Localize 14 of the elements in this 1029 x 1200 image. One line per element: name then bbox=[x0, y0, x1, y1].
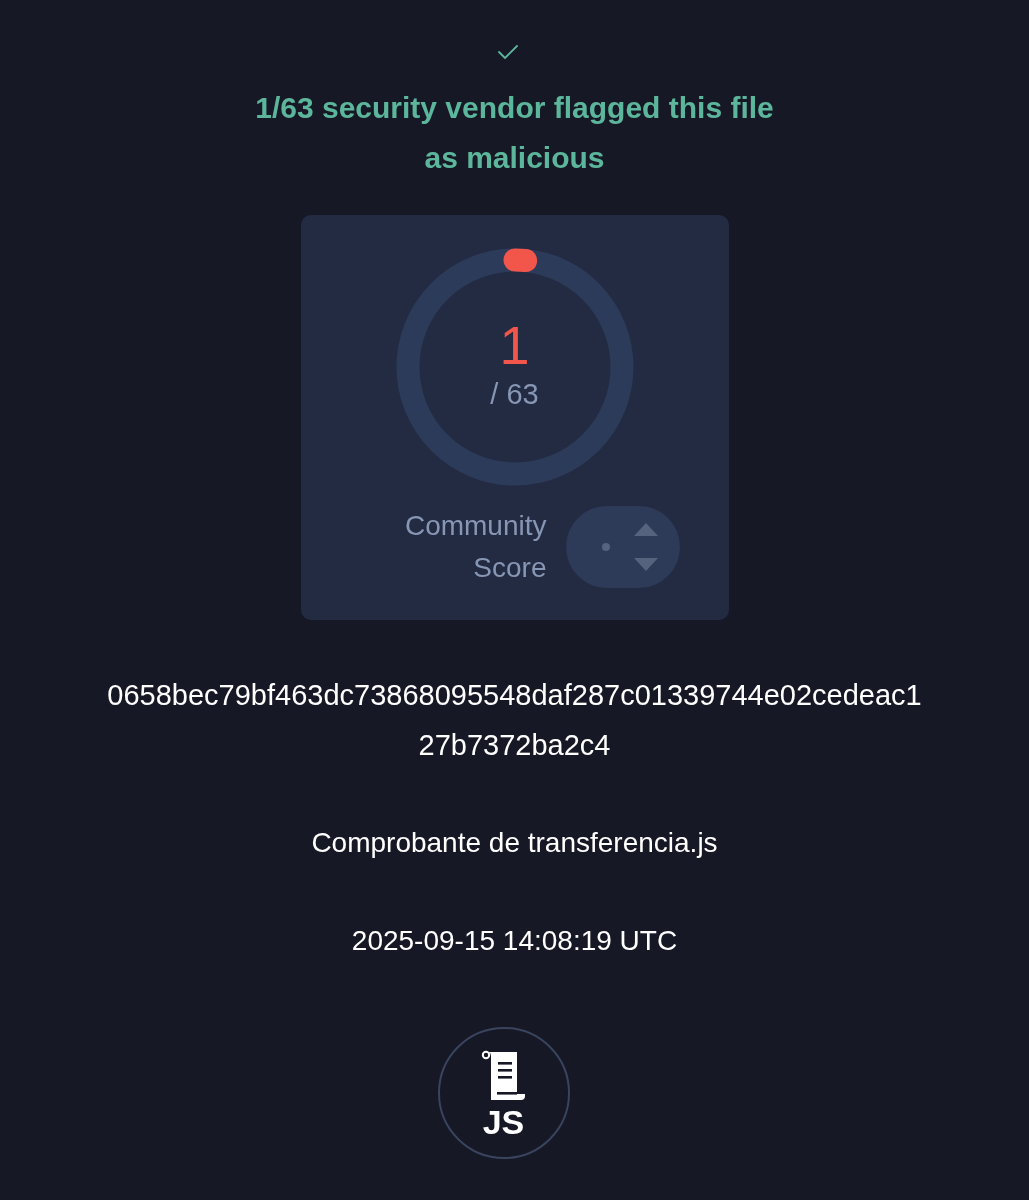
total-count: / 63 bbox=[490, 377, 539, 413]
community-score-label: Community Score bbox=[403, 509, 547, 585]
score-ring-arc bbox=[503, 248, 537, 273]
upvote-triangle-icon[interactable] bbox=[633, 523, 658, 536]
file-name: Comprobante de transferencia.js bbox=[311, 826, 718, 860]
file-date: 2025-09-15 14:08:19 UTC bbox=[351, 924, 678, 958]
scroll-document-icon bbox=[480, 1050, 527, 1102]
file-extension-label: JS bbox=[482, 1104, 525, 1140]
detected-count: 1 bbox=[499, 316, 530, 375]
check-icon bbox=[498, 44, 518, 60]
dot-icon bbox=[601, 543, 610, 551]
downvote-triangle-icon[interactable] bbox=[633, 558, 658, 571]
detection-title: 1/63 security vendor flagged this file as malicious bbox=[254, 90, 775, 176]
file-hash: 0658bec79bf463dc73868095548daf287c01339744e02cedeac127b7372ba2c4 bbox=[106, 678, 923, 763]
